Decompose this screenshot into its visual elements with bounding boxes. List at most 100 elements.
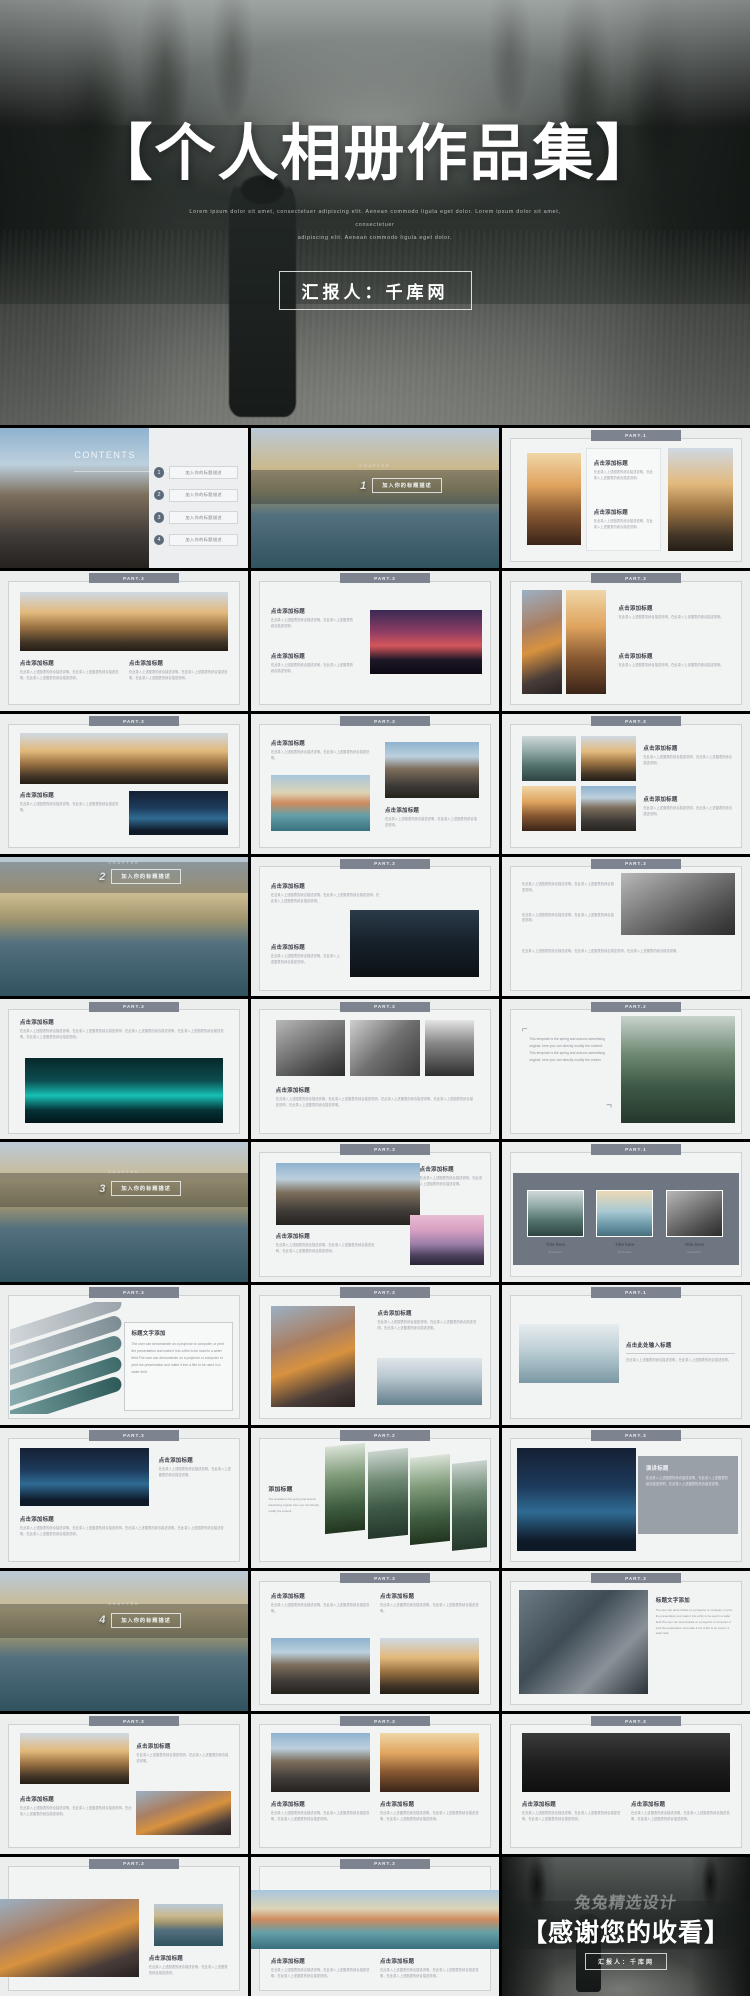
cover-subtitle-line2: adipiscing elit. Aenean commodo ligula e… [297,234,453,241]
card-title-1: 点击添加标题 [593,460,628,467]
cloud-photo [377,1357,482,1406]
section-3-chapter-word: CHAPTER [108,1170,140,1175]
slide-thank-you[interactable]: 兔兔精选设计 【感谢您的收看】 汇报人：千库网 [502,1856,750,1996]
contents-item-1[interactable]: 1 加入你的标题描述 [153,464,239,481]
tile-body-2: 在此录入上述图表的综合描述说明，在此录入上述图表的综合描述说明。 [643,805,733,816]
strip-photo-1 [521,590,562,694]
conn-title-1: 点击添加标题 [270,740,305,747]
slide-6[interactable]: PART.3 点击添加标题 在此录入上述图表的综合描述说明，在此录入上述图表的综… [502,570,750,711]
slide-14[interactable]: PART.3 点击添加标题 在此录入上述图表的综合描述说明，在此录入上述图表的综… [251,999,499,1140]
slide-29[interactable]: PART.3 点击添加标题 在此录入上述图表的综合描述说明，在此录入上述图表的综… [251,1713,499,1854]
section-1-chapter-word: CHAPTER [359,464,391,469]
section-4-chapter-word: CHAPTER [108,1601,140,1606]
slide-13[interactable]: PART.3 点击添加标题 在此录入上述图表的综合描述说明，在此录入上述图表的综… [0,999,248,1140]
cover-title: 【个人相册作品集】 [91,119,659,188]
slide-7[interactable]: PART.3 点击添加标题 在此录入上述图表的综合描述说明，在此录入上述图表的综… [0,713,248,854]
blue-body-1: 在此录入上述图表的综合描述说明，在此录入上述图表的综合描述说明。 [158,1466,232,1477]
slide-21[interactable]: PART.1 点击此处输入标题 在此录入上述图表的综合描述说明，在此录入上述图表… [502,1285,750,1426]
panel-body: The template is the spring and autumn ad… [268,1496,320,1513]
tile-image-2 [596,1189,654,1238]
slide-contents[interactable]: CONTENTS 1 加入你的标题描述 2 加入你的标题描述 3 加入你的标题描… [0,428,248,568]
contents-item-4-number: 4 [153,534,165,546]
slide-22[interactable]: PART.3 点击添加标题 在此录入上述图表的综合描述说明，在此录入上述图表的综… [0,1428,248,1568]
cover-author-badge: 汇报人：千库网 [278,270,472,310]
slide-18[interactable]: PART.1 Title here Illustration Title her… [502,1142,750,1283]
part-tag: PART.3 [591,1430,681,1441]
slide-3[interactable]: PART.1 点击添加标题 在此录入上述图表的综合描述说明，在此录入上述图表的综… [502,428,750,568]
slide-19[interactable]: PART.3 标题文字添加 The user can demonstrate o… [0,1285,248,1426]
strip-body-2: 在此录入上述图表的综合描述说明，在此录入上述图表的综合描述说明。 [618,662,724,667]
section-2-chapter-word: CHAPTER [108,860,140,865]
section-1-label: 加入你的标题描述 [372,478,442,494]
slide-11[interactable]: PART.3 点击添加标题 在此录入上述图表的综合描述说明，在此录入上述图表的综… [251,856,499,997]
slide-20[interactable]: PART.3 点击添加标题 在此录入上述图表的综合描述说明，在此录入上述图表的综… [251,1285,499,1426]
bw-photo-2 [350,1020,420,1077]
slide-section-4[interactable]: CHAPTER 4 加入你的标题描述 [0,1570,248,1711]
speech-title: 演讲标题 [645,1466,669,1473]
part-tag: PART.3 [89,1715,179,1727]
contents-item-3-number: 3 [153,512,165,523]
contents-item-2[interactable]: 2 加入你的标题描述 [153,487,239,504]
section-3-photo [0,1142,248,1283]
conn-body-1: 在此录入上述图表的综合描述说明，在此录入上述图表的综合描述说明。 [270,749,370,760]
slide-section-2[interactable]: CHAPTER 2 加入你的标题描述 [0,856,248,997]
t30-title-1: 点击添加标题 [521,1802,556,1809]
part-tag: PART.3 [591,572,681,584]
conn-body-2: 在此录入上述图表的综合描述说明，在此录入上述图表的综合描述说明。 [384,817,477,827]
crosswalk-photo [519,1590,649,1694]
slide-4[interactable]: PART.3 点击添加标题 在此录入上述图表的综合描述说明，在此录入上述图表的综… [0,570,248,711]
contents-item-3[interactable]: 3 加入你的标题描述 [153,509,239,526]
tile-subcaption-3: Illustration [687,1249,702,1254]
t30-body-2: 在此录入上述图表的综合描述说明，在此录入上述图表的综合描述说明，在此录入上述图表… [630,1811,730,1822]
slide-28[interactable]: PART.3 点击添加标题 在此录入上述图表的综合描述说明，在此录入上述图表的综… [0,1713,248,1854]
blue-body-2: 在此录入上述图表的综合描述说明，在此录入上述图表的综合描述说明，在此录入上述图表… [19,1525,224,1536]
slide-section-3[interactable]: CHAPTER 3 加入你的标题描述 [0,1142,248,1283]
contents-item-4[interactable]: 4 加入你的标题描述 [153,531,239,548]
contents-item-2-label: 加入你的标题描述 [169,488,239,502]
slide-17[interactable]: PART.3 点击添加标题 在此录入上述图表的综合描述说明，在此录入上述图表的综… [251,1142,499,1283]
slide-30[interactable]: PART.3 点击添加标题 在此录入上述图表的综合描述说明，在此录入上述图表的综… [502,1713,750,1854]
thankyou-watermark: 兔兔精选设计 [573,1894,678,1912]
tile-image-1 [526,1189,584,1238]
t30-title-2: 点击添加标题 [630,1802,666,1809]
slide-23[interactable]: PART.2 添加标题 The template is the spring a… [251,1428,499,1568]
neon-city-photo [24,1058,224,1123]
slide-24[interactable]: PART.3 演讲标题 在此录入上述图表的综合描述说明，在此录入上述图表的综合描… [502,1428,750,1568]
foot-body: 在此录入上述图表的综合描述说明，在此录入上述图表的综合描述说明。 [270,954,340,965]
block-body-1: 在此录入上述图表的综合描述说明，在此录入上述图表的综合描述说明。 [270,618,354,629]
photo-a [270,775,371,832]
section-1-number: 1 [360,479,367,492]
slide-26[interactable]: PART.3 点击添加标题 在此录入上述图表的综合描述说明，在此录入上述图表的综… [251,1570,499,1711]
section-3-number: 3 [99,1182,106,1195]
slide-15[interactable]: PART.2 ⌐ ¬ This template is the spring a… [502,999,750,1140]
tile-photo-1 [521,736,577,781]
slide-32[interactable]: PART.3 点击添加标题 在此录入上述图表的综合描述说明，在此录入上述图表的综… [251,1856,499,1996]
photo-bottom-right [128,790,229,836]
col-body-2: 在此录入上述图表的综合描述说明，在此录入上述图表的综合描述说明，在此录入上述图表… [128,669,228,680]
hero-photo [19,591,229,651]
side-body-2: 在此录入上述图表的综合描述说明，在此录入上述图表的综合描述说明。 [521,912,614,923]
pink-photo [409,1215,485,1266]
slide-section-1[interactable]: CHAPTER 1 加入你的标题描述 [251,428,499,568]
slide-5[interactable]: PART.3 点击添加标题 在此录入上述图表的综合描述说明，在此录入上述图表的综… [251,570,499,711]
diagonal-stripes [9,1301,124,1414]
slide-9[interactable]: PART.3 点击添加标题 在此录入上述图表的综合描述说明，在此录入上述图表的综… [502,713,750,854]
section-4-number: 4 [99,1614,106,1627]
bw-body: 在此录入上述图表的综合描述说明，在此录入上述图表的综合描述说明，在此录入上述图表… [275,1097,474,1108]
tile-caption-3: Title here [684,1241,704,1247]
photo-right [668,447,733,552]
slide-12[interactable]: PART.3 在此录入上述图表的综合描述说明，在此录入上述图表的综合描述说明。 … [502,856,750,997]
t29-title-1: 点击添加标题 [270,1802,305,1809]
col-title-1: 点击添加标题 [19,660,54,667]
t31-photo-2 [153,1904,224,1947]
slide-27[interactable]: PART.3 标题文字添加 The user can demonstrate o… [502,1570,750,1711]
slide-8[interactable]: PART.3 点击添加标题 在此录入上述图表的综合描述说明，在此录入上述图表的综… [251,713,499,854]
part-tag: PART.1 [591,430,681,441]
part-tag: PART.3 [340,1144,430,1155]
slide-thumbnail-grid: CONTENTS 1 加入你的标题描述 2 加入你的标题描述 3 加入你的标题描… [0,425,750,1996]
t28-body-2: 在此录入上述图表的综合描述说明，在此录入上述图表的综合描述说明，在此录入上述图表… [19,1805,132,1816]
slide-31[interactable]: PART.3 点击添加标题 在此录入上述图表的综合描述说明，在此录入上述图表的综… [0,1856,248,1996]
t28-title-2: 点击添加标题 [19,1796,54,1803]
tile-title-1: 点击添加标题 [643,746,678,753]
neon-body: 在此录入上述图表的综合描述说明，在此录入上述图表的综合描述说明，在此录入上述图表… [19,1028,224,1039]
